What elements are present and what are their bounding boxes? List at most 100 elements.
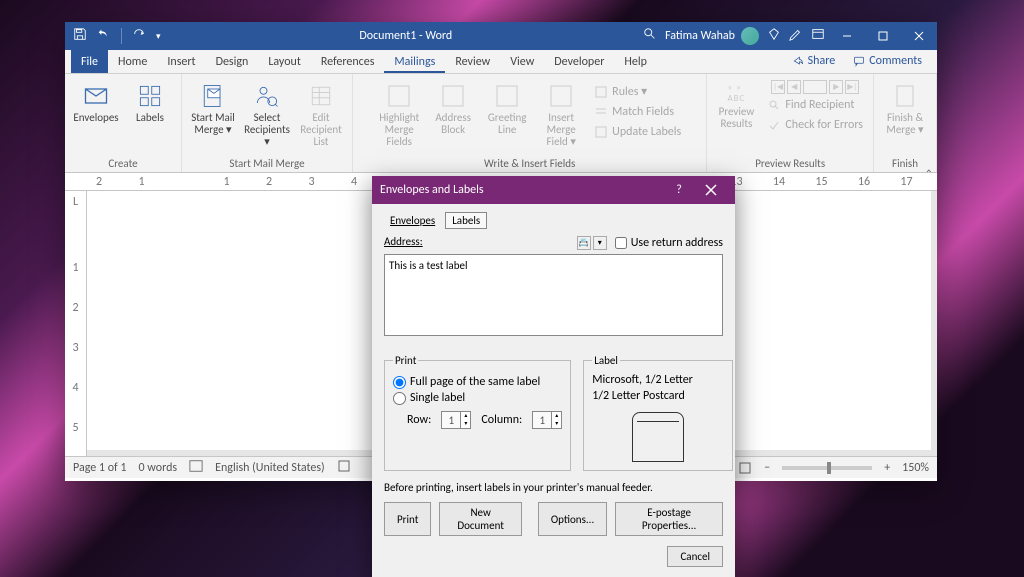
label-legend: Label	[592, 354, 620, 367]
envelopes-button[interactable]: Envelopes	[71, 80, 121, 126]
close-button[interactable]	[905, 22, 933, 50]
rules-button: Rules ▾	[590, 82, 685, 101]
tab-layout[interactable]: Layout	[258, 50, 311, 73]
tab-mailings[interactable]: Mailings	[384, 50, 445, 73]
address-label: Address:	[384, 235, 423, 248]
group-smm-label: Start Mail Merge	[229, 155, 304, 172]
column-spinner[interactable]: ▴▾	[532, 411, 562, 429]
find-recipient-button: Find Recipient	[763, 96, 867, 114]
label-info-line1: Microsoft, 1/2 Letter	[592, 373, 724, 389]
tab-help[interactable]: Help	[614, 50, 657, 73]
save-icon[interactable]	[73, 27, 87, 45]
row-label: Row:	[407, 413, 431, 427]
minimize-button[interactable]	[833, 22, 861, 50]
new-document-button[interactable]: New Document	[439, 502, 521, 536]
preview-results-button: « »ABCPreview Results	[713, 80, 759, 132]
highlight-merge-fields-button: Highlight Merge Fields	[374, 80, 424, 150]
tab-developer[interactable]: Developer	[544, 50, 614, 73]
label-fieldset[interactable]: Label Microsoft, 1/2 Letter 1/2 Letter P…	[583, 354, 733, 471]
edit-recipient-list-button: Edit Recipient List	[296, 80, 346, 150]
row-spinner[interactable]: ▴▾	[441, 411, 471, 429]
comments-button[interactable]: Comments	[844, 49, 931, 73]
column-label: Column:	[481, 413, 522, 427]
group-start-mail-merge: Start Mail Merge ▾ Select Recipients ▾ E…	[182, 74, 353, 172]
tab-home[interactable]: Home	[108, 50, 157, 73]
zoom-out-icon[interactable]: −	[764, 461, 770, 475]
finish-merge-button: Finish & Merge ▾	[880, 80, 930, 138]
use-return-address-checkbox[interactable]: Use return address	[615, 236, 723, 250]
pen-icon[interactable]	[789, 27, 803, 45]
window-layout-icon[interactable]	[811, 27, 825, 45]
group-preview-label: Preview Results	[755, 155, 825, 172]
accessibility-icon[interactable]	[337, 459, 351, 477]
dialog-titlebar[interactable]: Envelopes and Labels ?	[372, 176, 735, 204]
print-fieldset: Print Full page of the same label Single…	[384, 354, 571, 471]
window-title: Document1 - Word	[169, 29, 644, 43]
undo-icon[interactable]	[97, 27, 111, 45]
options-button[interactable]: Options...	[538, 502, 607, 536]
dialog-help-button[interactable]: ?	[663, 176, 695, 204]
print-button[interactable]: Print	[384, 502, 431, 536]
comments-label: Comments	[869, 54, 922, 68]
match-fields-button: Match Fields	[590, 103, 685, 121]
share-label: Share	[808, 54, 836, 68]
redo-icon[interactable]	[132, 27, 146, 45]
zoom-level[interactable]: 150%	[902, 461, 929, 475]
dialog-tab-envelopes[interactable]: Envelopes	[384, 212, 441, 229]
qat-dropdown-icon[interactable]: ▾	[156, 31, 161, 42]
share-button[interactable]: Share	[783, 49, 845, 73]
full-page-radio[interactable]: Full page of the same label	[393, 375, 562, 389]
printer-hint: Before printing, insert labels in your p…	[384, 481, 723, 494]
diamond-icon[interactable]	[767, 27, 781, 45]
titlebar: ▾ Document1 - Word Fatima Wahab	[65, 22, 937, 50]
group-wi-label: Write & Insert Fields	[484, 155, 575, 172]
label-preview-icon	[632, 412, 684, 462]
print-legend: Print	[393, 354, 418, 367]
word-count[interactable]: 0 words	[139, 461, 178, 475]
envelopes-labels-dialog: Envelopes and Labels ? Envelopes Labels …	[372, 176, 735, 577]
start-mail-merge-button[interactable]: Start Mail Merge ▾	[188, 80, 238, 138]
page-indicator[interactable]: Page 1 of 1	[73, 461, 127, 475]
group-create: Envelopes Labels Create	[65, 74, 182, 172]
address-block-button: Address Block	[428, 80, 478, 138]
spellcheck-icon[interactable]	[189, 459, 203, 477]
greeting-line-button: Greeting Line	[482, 80, 532, 138]
label-info-line2: 1/2 Letter Postcard	[592, 389, 724, 405]
tab-design[interactable]: Design	[206, 50, 259, 73]
epostage-button[interactable]: E-postage Properties...	[615, 502, 723, 536]
group-preview: « »ABCPreview Results |◀◀▶▶| Find Recipi…	[707, 74, 874, 172]
ribbon: Envelopes Labels Create Start Mail Merge…	[65, 74, 937, 173]
tab-insert[interactable]: Insert	[157, 50, 205, 73]
maximize-button[interactable]	[869, 22, 897, 50]
dialog-close-button[interactable]	[695, 176, 727, 204]
dialog-title: Envelopes and Labels	[380, 183, 484, 197]
search-icon[interactable]	[643, 27, 657, 45]
tab-references[interactable]: References	[311, 50, 385, 73]
quick-access-toolbar: ▾	[65, 27, 169, 45]
cancel-button[interactable]: Cancel	[667, 546, 723, 567]
address-textarea[interactable]	[384, 254, 723, 336]
preview-nav-buttons: |◀◀▶▶|	[763, 80, 867, 94]
language-indicator[interactable]: English (United States)	[215, 461, 325, 475]
insert-merge-field-button: Insert Merge Field ▾	[536, 80, 586, 150]
tab-file[interactable]: File	[71, 50, 108, 73]
group-create-label: Create	[108, 155, 137, 172]
zoom-in-icon[interactable]: +	[884, 461, 890, 475]
select-recipients-button[interactable]: Select Recipients ▾	[242, 80, 292, 150]
labels-button[interactable]: Labels	[125, 80, 175, 126]
user-account[interactable]: Fatima Wahab	[665, 27, 759, 45]
dialog-tab-labels[interactable]: Labels	[445, 212, 487, 229]
single-label-radio[interactable]: Single label	[393, 391, 562, 405]
vertical-ruler[interactable]: L12345	[65, 191, 87, 456]
group-finish: Finish & Merge ▾ Finish	[874, 74, 937, 172]
check-errors-button: Check for Errors	[763, 116, 867, 134]
user-name: Fatima Wahab	[665, 29, 735, 43]
tab-view[interactable]: View	[500, 50, 544, 73]
group-finish-label: Finish	[892, 155, 918, 172]
address-book-icon[interactable]: 📇▾	[577, 236, 607, 250]
update-labels-button: Update Labels	[590, 123, 685, 141]
zoom-slider[interactable]	[782, 466, 872, 470]
avatar	[741, 27, 759, 45]
tab-review[interactable]: Review	[445, 50, 500, 73]
ribbon-tabs: File Home Insert Design Layout Reference…	[65, 50, 937, 74]
